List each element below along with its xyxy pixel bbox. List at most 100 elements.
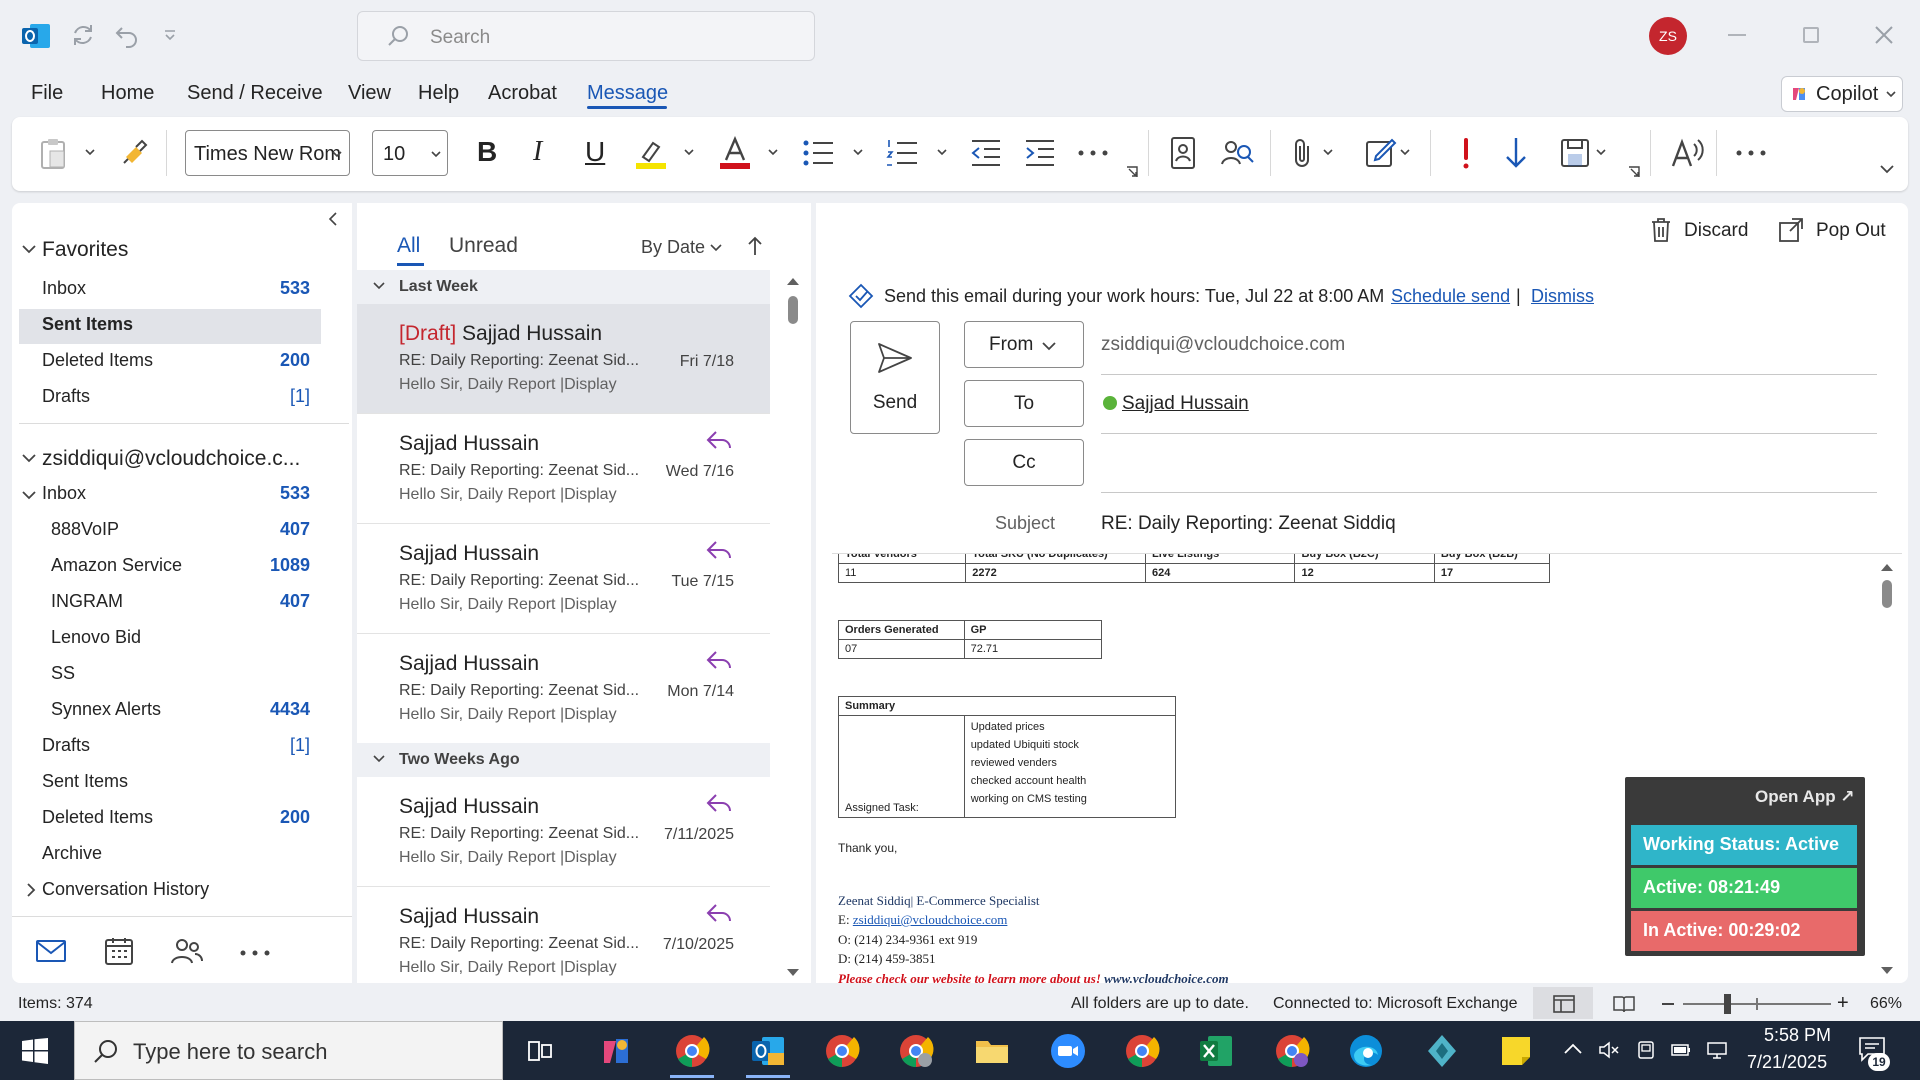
tab-file[interactable]: File (31, 82, 63, 105)
tab-send-receive[interactable]: Send / Receive (187, 82, 323, 105)
list-item[interactable]: Sajjad Hussain RE: Daily Reporting: Zeen… (357, 887, 770, 983)
folder-deleted-items[interactable]: Deleted Items (42, 807, 153, 828)
battery-icon[interactable] (1670, 1040, 1692, 1060)
folder-archive[interactable]: Archive (42, 843, 102, 864)
low-importance-icon[interactable] (1504, 136, 1528, 170)
more-commands-icon[interactable] (1736, 150, 1766, 156)
zoom-icon[interactable] (1050, 1033, 1086, 1069)
normal-view-button[interactable] (1533, 987, 1593, 1019)
folder-ingram[interactable]: INGRAM (51, 591, 123, 612)
paste-dropdown-icon[interactable] (85, 148, 95, 156)
folder-ss[interactable]: SS (51, 663, 75, 684)
website-link[interactable]: www.vcloudchoice.com (1104, 971, 1228, 984)
font-name-select[interactable]: Times New Rom (185, 130, 350, 176)
highlight-dropdown-icon[interactable] (684, 148, 694, 156)
format-painter-icon[interactable] (120, 137, 150, 167)
chevron-down-icon[interactable] (22, 490, 36, 500)
network-icon[interactable] (1706, 1040, 1728, 1060)
zoom-level[interactable]: 66% (1870, 995, 1902, 1013)
fav-sent-items[interactable]: Sent Items (42, 314, 133, 335)
excel-icon[interactable] (1198, 1033, 1234, 1069)
chevron-down-icon[interactable] (22, 244, 36, 254)
send-button[interactable]: Send (850, 321, 940, 434)
collapse-pane-icon[interactable] (328, 212, 338, 226)
folder-lenovo-bid[interactable]: Lenovo Bid (51, 627, 141, 648)
sticky-notes-icon[interactable] (1498, 1033, 1534, 1069)
zoom-out-icon[interactable] (1662, 1003, 1674, 1005)
increase-indent-icon[interactable] (1024, 138, 1056, 168)
dismiss-link[interactable]: Dismiss (1531, 286, 1594, 307)
check-names-icon[interactable] (1220, 136, 1254, 170)
list-item[interactable]: Sajjad Hussain RE: Daily Reporting: Zeen… (357, 414, 770, 524)
signature-email-link[interactable]: zsiddiqui@vcloudchoice.com (853, 912, 1008, 927)
font-color-dropdown-icon[interactable] (768, 148, 778, 156)
folder-sent-items[interactable]: Sent Items (42, 771, 128, 792)
outlook-taskbar-icon[interactable] (750, 1033, 786, 1069)
chrome-icon[interactable] (1124, 1033, 1160, 1069)
scroll-down-icon[interactable] (786, 968, 800, 978)
list-item[interactable]: Sajjad Hussain RE: Daily Reporting: Zeen… (357, 634, 770, 744)
underline-button[interactable]: U (585, 136, 605, 168)
signature-dropdown-icon[interactable] (1400, 148, 1410, 156)
fav-deleted-items[interactable]: Deleted Items (42, 350, 153, 371)
italic-button[interactable]: I (533, 136, 542, 168)
list-item[interactable]: Sajjad Hussain RE: Daily Reporting: Zeen… (357, 524, 770, 634)
folder-conversation-history[interactable]: Conversation History (42, 879, 209, 900)
minimize-icon[interactable] (1728, 34, 1746, 36)
tab-help[interactable]: Help (418, 82, 459, 105)
taskbar-search-input[interactable]: Type here to search (74, 1021, 503, 1080)
numbering-dropdown-icon[interactable] (937, 148, 947, 156)
expand-ribbon-icon[interactable] (1880, 164, 1894, 174)
chrome-icon[interactable] (674, 1033, 710, 1069)
task-view-icon[interactable] (522, 1033, 558, 1069)
group-header-last-week[interactable]: Last Week (357, 270, 770, 304)
font-color-icon[interactable] (718, 136, 752, 170)
dialog-launcher-icon[interactable] (1628, 166, 1640, 178)
bullets-dropdown-icon[interactable] (853, 148, 863, 156)
tab-message[interactable]: Message (587, 82, 668, 105)
chevron-down-icon[interactable] (22, 453, 36, 463)
from-button[interactable]: From (964, 321, 1084, 368)
tab-view[interactable]: View (348, 82, 391, 105)
group-header-two-weeks-ago[interactable]: Two Weeks Ago (357, 743, 770, 777)
signature-icon[interactable] (1365, 136, 1399, 170)
favorites-header[interactable]: Favorites (42, 238, 128, 262)
schedule-send-link[interactable]: Schedule send (1391, 286, 1510, 307)
clock-time[interactable]: 5:58 PM (1764, 1025, 1831, 1046)
clock-date[interactable]: 7/21/2025 (1747, 1052, 1827, 1073)
cc-input[interactable] (1101, 440, 1877, 490)
zoom-in-icon[interactable]: + (1837, 992, 1849, 1015)
list-scrollbar-thumb[interactable] (788, 296, 798, 324)
template-dropdown-icon[interactable] (1596, 148, 1606, 156)
folder-amazon-service[interactable]: Amazon Service (51, 555, 182, 576)
chrome-profile-icon[interactable] (1274, 1033, 1310, 1069)
read-aloud-icon[interactable] (1670, 136, 1704, 170)
attach-dropdown-icon[interactable] (1323, 148, 1333, 156)
avatar[interactable]: ZS (1649, 17, 1687, 55)
to-button[interactable]: To (964, 380, 1084, 427)
zoom-slider-thumb[interactable] (1724, 994, 1731, 1014)
mail-icon[interactable] (36, 940, 66, 962)
sort-direction-icon[interactable] (748, 236, 762, 256)
more-apps-icon[interactable] (240, 950, 270, 956)
bold-button[interactable]: B (477, 136, 497, 168)
address-book-icon[interactable] (1168, 136, 1198, 170)
open-app-button[interactable]: Open App ↗ (1755, 787, 1855, 807)
list-item[interactable]: [Draft] Sajjad Hussain RE: Daily Reporti… (357, 304, 770, 414)
tab-home[interactable]: Home (101, 82, 154, 105)
reading-view-icon[interactable] (1613, 995, 1635, 1013)
account-header[interactable]: zsiddiqui@vcloudchoice.c... (42, 447, 300, 471)
people-icon[interactable] (171, 937, 203, 965)
highlight-icon[interactable] (634, 137, 668, 171)
scroll-up-icon[interactable] (1880, 562, 1894, 572)
filter-unread[interactable]: Unread (449, 234, 518, 258)
paste-icon[interactable] (38, 137, 70, 171)
meet-now-icon[interactable] (1636, 1040, 1656, 1060)
list-item[interactable]: Sajjad Hussain RE: Daily Reporting: Zeen… (357, 777, 770, 887)
chevron-right-icon[interactable] (26, 883, 36, 897)
search-input[interactable]: Search (357, 11, 815, 61)
file-explorer-icon[interactable] (974, 1033, 1010, 1069)
body-scrollbar-thumb[interactable] (1882, 580, 1892, 608)
numbering-icon[interactable] (886, 138, 918, 168)
font-size-select[interactable]: 10 (372, 130, 448, 176)
